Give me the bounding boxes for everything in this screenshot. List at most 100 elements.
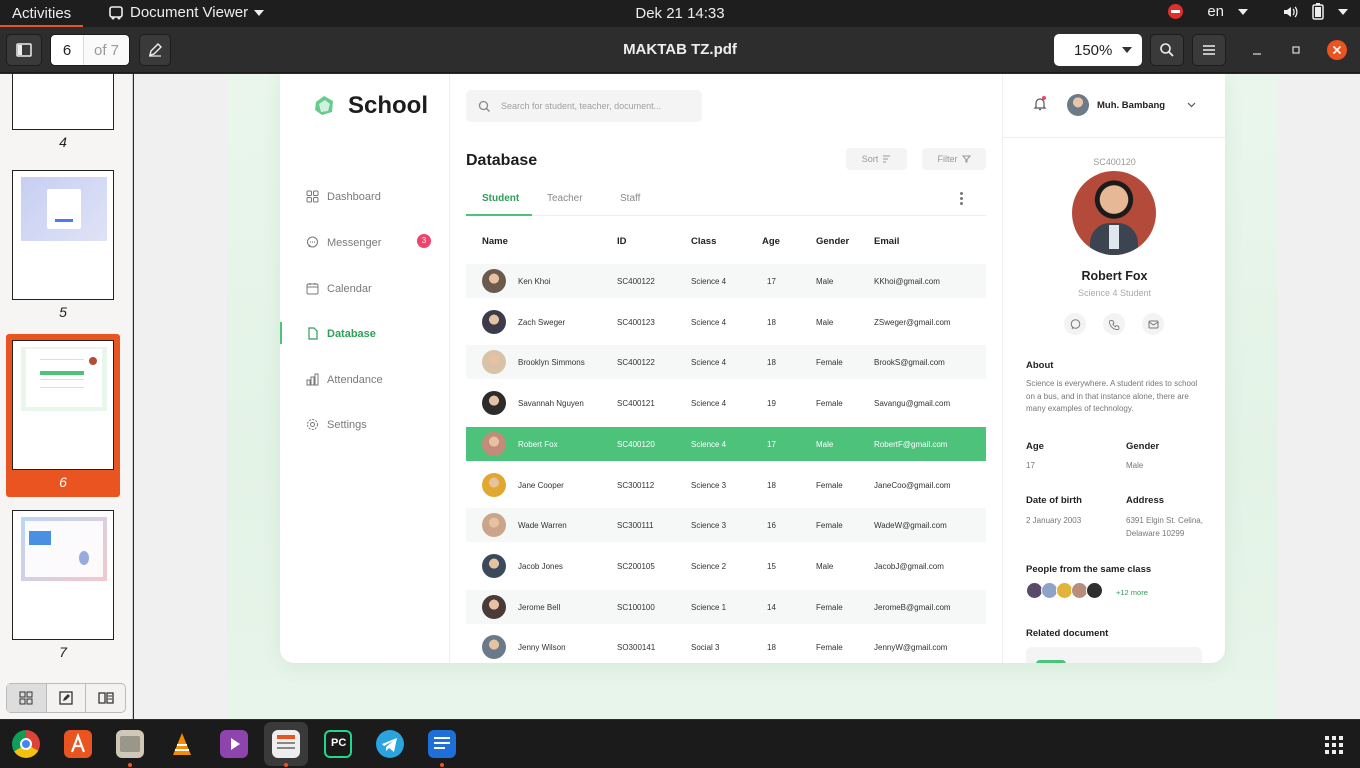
search-input[interactable]: Search for student, teacher, document...: [466, 90, 702, 122]
search-icon: [1160, 43, 1174, 57]
page-navigator[interactable]: 6 of 7: [50, 34, 130, 66]
cell-class: Science 4: [691, 439, 727, 449]
nav-item-calendar[interactable]: Calendar: [306, 282, 372, 295]
table-row[interactable]: Jerome Bell SC100100 Science 1 14 Female Jero…: [466, 589, 986, 624]
table-row[interactable]: Ken Khoi SC400122 Science 4 17 Male KKhoi@gma…: [466, 264, 986, 298]
system-tray[interactable]: en: [1168, 3, 1348, 20]
table-row[interactable]: Jacob Jones SC200105 Science 2 15 Male JacobJ…: [466, 549, 986, 583]
pycharm-icon[interactable]: PC: [324, 730, 352, 758]
zoom-select[interactable]: 150%: [1054, 34, 1142, 66]
files-icon[interactable]: [116, 730, 144, 758]
cell-class: Science 4: [691, 399, 727, 409]
active-tab-underline: [466, 214, 532, 216]
avatar: [482, 553, 506, 578]
table-row[interactable]: Savannah Nguyen SC400121 Science 4 19 Female…: [466, 386, 986, 420]
column-header[interactable]: Class: [691, 236, 716, 247]
minimize-button[interactable]: [1248, 42, 1266, 60]
column-header[interactable]: Gender: [816, 236, 849, 247]
text-editor-icon[interactable]: [428, 730, 456, 758]
column-header[interactable]: Email: [874, 236, 899, 247]
main-menu-button[interactable]: [1192, 34, 1226, 66]
table-row[interactable]: Jane Cooper SC300112 Science 3 18 Female Jane…: [466, 468, 986, 502]
zoom-level: 150%: [1074, 41, 1113, 59]
tab-staff[interactable]: Staff: [620, 193, 640, 204]
tab-teacher[interactable]: Teacher: [547, 193, 583, 204]
current-page-input[interactable]: 6: [51, 35, 83, 65]
address-label: Address: [1126, 495, 1165, 506]
cell-class: Science 3: [691, 480, 727, 490]
cell-class: Science 3: [691, 521, 727, 531]
more-options-icon[interactable]: [960, 192, 964, 207]
user-name: Muh. Bambang: [1097, 99, 1166, 111]
table-row[interactable]: Brooklyn Simmons SC400122 Science 4 18 Femal…: [466, 345, 986, 380]
more-classmates-link[interactable]: +12 more: [1116, 588, 1148, 597]
email-button[interactable]: [1142, 313, 1164, 335]
page-thumbnail-7[interactable]: [12, 510, 114, 640]
table-row[interactable]: Zach Sweger SC400123 Science 4 18 Male ZSwege…: [466, 305, 986, 339]
maximize-button[interactable]: [1287, 42, 1305, 60]
column-header[interactable]: Name: [482, 236, 508, 247]
keyboard-language[interactable]: en: [1207, 3, 1224, 20]
student-name: Robert Fox: [1081, 269, 1148, 283]
table-row[interactable]: Wade Warren SC300111 Science 3 16 Female Wade…: [466, 508, 986, 543]
table-row[interactable]: Robert Fox SC400120 Science 4 17 Male RobertF…: [466, 426, 986, 461]
cell-age: 15: [767, 561, 776, 571]
vlc-icon[interactable]: [168, 730, 196, 758]
app-nav: School Dashboard Messenger 3 Calendar Da…: [280, 74, 450, 663]
volume-icon[interactable]: [1282, 4, 1298, 20]
nav-item-messenger[interactable]: Messenger: [306, 236, 381, 249]
show-apps-icon[interactable]: [1325, 736, 1343, 754]
sidebar-toggle-button[interactable]: [6, 34, 42, 66]
dob-value: 2 January 2003: [1026, 516, 1082, 525]
related-document-card[interactable]: [1026, 647, 1202, 663]
nav-item-dashboard[interactable]: Dashboard: [306, 190, 381, 203]
annotations-view-button[interactable]: [47, 684, 87, 712]
app-menu[interactable]: Document Viewer: [108, 4, 265, 21]
cell-age: 18: [767, 358, 776, 368]
cell-id: SC400122: [617, 277, 655, 286]
call-button[interactable]: [1103, 313, 1125, 335]
nav-item-attendance[interactable]: Attendance: [306, 373, 383, 386]
document-viewer-dock-icon[interactable]: [272, 730, 300, 758]
table-row[interactable]: Jenny Wilson SO300141 Social 3 18 Female Jenn…: [466, 630, 986, 663]
sort-button[interactable]: Sort: [846, 148, 907, 170]
sidebar-icon: [16, 43, 32, 57]
chat-icon: [1070, 318, 1080, 329]
filter-button[interactable]: Filter: [922, 148, 986, 170]
cell-name: Ken Khoi: [518, 277, 551, 286]
classmates-avatars[interactable]: [1026, 582, 1103, 599]
cell-gender: Male: [816, 561, 834, 571]
column-header[interactable]: ID: [617, 236, 627, 247]
close-button[interactable]: [1327, 40, 1347, 60]
cell-id: SC100100: [617, 602, 655, 612]
page-thumbnail-5[interactable]: [12, 170, 114, 300]
user-menu[interactable]: Muh. Bambang: [1067, 94, 1196, 116]
nav-item-database[interactable]: Database: [306, 327, 376, 340]
telegram-icon[interactable]: [376, 730, 404, 758]
calendar-icon: [306, 283, 319, 295]
notification-bell-icon[interactable]: [1033, 96, 1047, 116]
outline-view-button[interactable]: [86, 684, 125, 712]
annotate-button[interactable]: [139, 34, 171, 66]
cell-age: 19: [767, 399, 776, 409]
search-placeholder: Search for student, teacher, document...: [501, 101, 662, 111]
system-menu-caret-icon[interactable]: [1338, 8, 1348, 15]
cell-age: 18: [767, 643, 776, 653]
document-view[interactable]: School Dashboard Messenger 3 Calendar Da…: [134, 74, 1360, 719]
thumbnails-view-button[interactable]: [7, 684, 47, 712]
chrome-icon[interactable]: [12, 730, 40, 758]
cell-class: Science 1: [691, 602, 727, 612]
tab-student[interactable]: Student: [482, 193, 519, 204]
page-thumbnail-6[interactable]: [12, 340, 114, 470]
nav-item-settings[interactable]: Settings: [306, 418, 367, 431]
videos-icon[interactable]: [220, 730, 248, 758]
search-button[interactable]: [1150, 34, 1184, 66]
do-not-disturb-icon[interactable]: [1168, 4, 1184, 19]
activities-button[interactable]: Activities: [0, 0, 84, 27]
software-center-icon[interactable]: [64, 730, 92, 758]
page-thumbnail-4[interactable]: [12, 74, 114, 130]
battery-icon[interactable]: [1312, 3, 1324, 20]
database-tabs: Student Teacher Staff: [466, 186, 986, 216]
column-header[interactable]: Age: [762, 236, 780, 247]
message-button[interactable]: [1064, 313, 1086, 335]
